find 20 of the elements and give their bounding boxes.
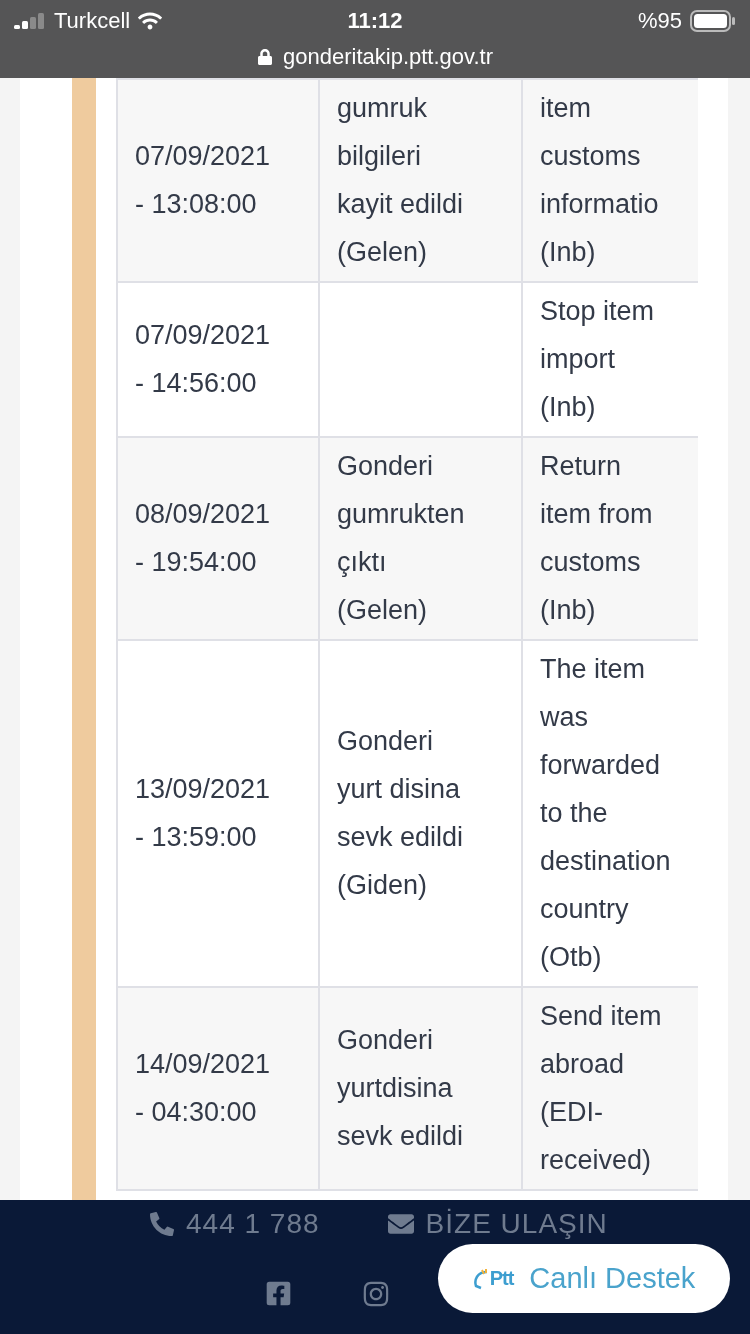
table-cell: Gonderi yurtdisina sevk edildi bbox=[319, 987, 522, 1190]
ptt-logo-text: Ptt bbox=[489, 1267, 514, 1290]
carrier-name: Turkcell bbox=[54, 8, 131, 34]
contact-link[interactable]: BİZE ULAŞIN bbox=[425, 1208, 608, 1240]
ptt-logo-icon bbox=[472, 1267, 489, 1290]
table-cell: 13/09/2021 - 13:59:00 bbox=[117, 640, 319, 987]
mail-icon bbox=[387, 1211, 414, 1237]
table-cell: 07/09/2021 - 13:08:00 bbox=[117, 79, 319, 282]
signal-icon bbox=[14, 13, 46, 29]
instagram-icon[interactable] bbox=[362, 1280, 390, 1308]
battery-percent: %95 bbox=[637, 8, 682, 34]
phone-icon bbox=[150, 1212, 174, 1236]
live-chat-button[interactable]: Ptt Canlı Destek bbox=[438, 1244, 730, 1313]
clock-time: 11:12 bbox=[347, 8, 403, 34]
phone-link[interactable]: 444 1 788 bbox=[186, 1208, 320, 1240]
lock-icon bbox=[257, 49, 274, 65]
address-url[interactable]: gonderitakip.ptt.gov.tr bbox=[283, 44, 493, 70]
battery-icon bbox=[690, 10, 736, 32]
facebook-icon[interactable] bbox=[265, 1280, 292, 1307]
table-cell: 14/09/2021 - 04:30:00 bbox=[117, 987, 319, 1190]
